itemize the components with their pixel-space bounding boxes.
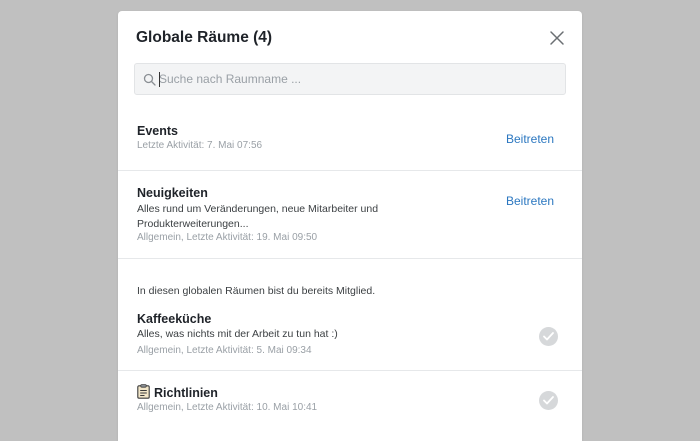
- search-box[interactable]: [134, 63, 566, 95]
- text-caret: [159, 72, 160, 87]
- room-item-events: Events Letzte Aktivität: 7. Mai 07:56 Be…: [118, 111, 582, 171]
- member-section-note: In diesen globalen Räumen bist du bereit…: [137, 285, 376, 297]
- room-name: Neuigkeiten: [137, 186, 208, 200]
- room-name: Richtlinien: [154, 386, 218, 400]
- dialog-header: Globale Räume (4): [118, 11, 582, 63]
- dialog-title: Globale Räume (4): [136, 29, 273, 46]
- room-name-row: Richtlinien: [137, 384, 218, 400]
- room-name: Kaffeeküche: [137, 312, 212, 326]
- room-item-richtlinien[interactable]: Richtlinien Allgemein, Letzte Aktivität:…: [118, 371, 582, 441]
- room-item-neuigkeiten: Neuigkeiten Alles rund um Veränderungen,…: [118, 171, 582, 259]
- close-button[interactable]: [549, 30, 565, 46]
- document-icon: [137, 384, 150, 399]
- room-meta: Letzte Aktivität: 7. Mai 07:56: [137, 140, 263, 151]
- member-check-badge: [539, 327, 558, 346]
- room-description: Alles, was nichts mit der Arbeit zu tun …: [137, 328, 338, 340]
- join-button-events[interactable]: Beitreten: [506, 132, 554, 146]
- search-icon: [143, 73, 156, 86]
- check-icon: [543, 332, 554, 341]
- room-meta: Allgemein, Letzte Aktivität: 5. Mai 09:3…: [137, 345, 312, 356]
- global-rooms-dialog: Globale Räume (4) Events Letzte Aktivitä…: [118, 11, 582, 441]
- close-icon: [550, 31, 564, 45]
- member-check-badge: [539, 391, 558, 410]
- room-meta: Allgemein, Letzte Aktivität: 10. Mai 10:…: [137, 402, 318, 413]
- room-item-kaffeekueche[interactable]: Kaffeeküche Alles, was nichts mit der Ar…: [118, 300, 582, 371]
- check-icon: [543, 396, 554, 405]
- search-input[interactable]: [159, 64, 559, 94]
- room-description: Alles rund um Veränderungen, neue Mitarb…: [137, 203, 379, 230]
- room-name: Events: [137, 124, 178, 138]
- join-button-neuigkeiten[interactable]: Beitreten: [506, 194, 554, 208]
- room-meta: Allgemein, Letzte Aktivität: 19. Mai 09:…: [137, 232, 318, 243]
